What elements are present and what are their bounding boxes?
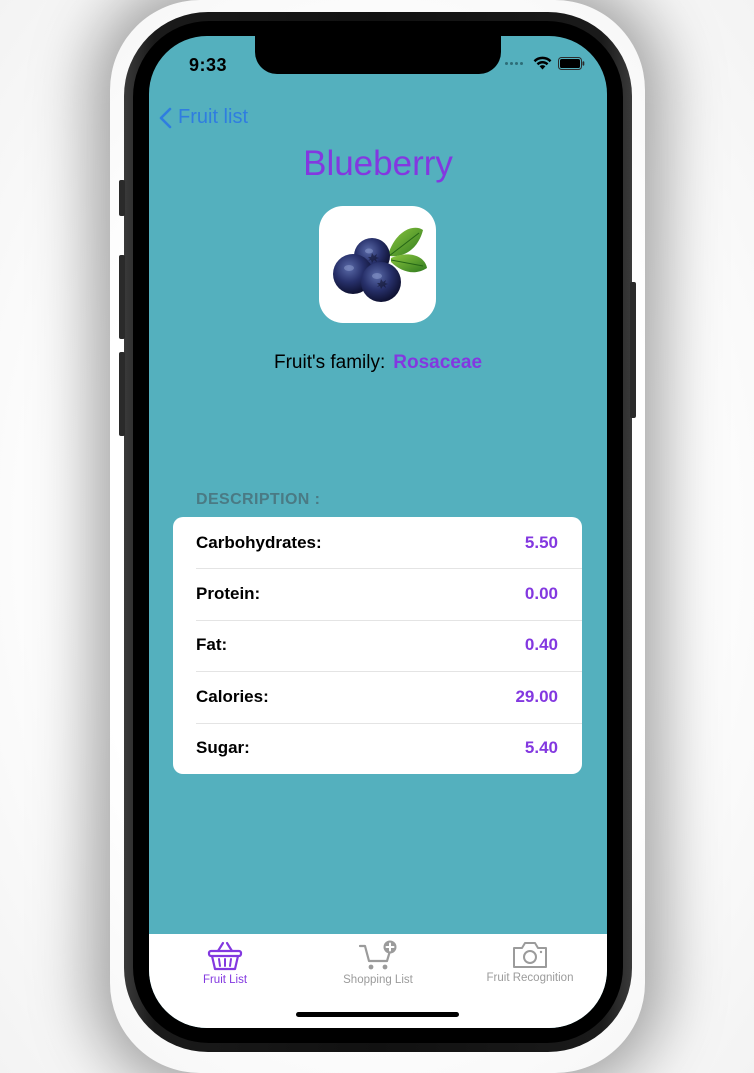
back-button-label: Fruit list	[178, 106, 248, 128]
wifi-icon	[533, 56, 552, 70]
cart-plus-icon	[358, 940, 397, 970]
app-screen: 9:33 Fruit list Blueberry Fruit's family…	[149, 36, 607, 1028]
table-row: Fat: 0.40	[173, 619, 582, 671]
notch	[255, 36, 501, 74]
table-row: Sugar: 5.40	[173, 722, 582, 774]
fruit-family: Fruit's family: Rosaceae	[149, 352, 607, 374]
volume-up-button	[119, 255, 125, 339]
tab-fruit-recognition[interactable]: Fruit Recognition	[454, 940, 606, 984]
tab-fruit-list[interactable]: Fruit List	[149, 940, 301, 986]
tab-shopping-list[interactable]: Shopping List	[302, 940, 454, 986]
cellular-signal-icon	[505, 61, 523, 65]
nutrient-label: Sugar:	[196, 738, 250, 758]
home-indicator	[296, 1012, 459, 1017]
tab-label: Fruit List	[202, 974, 248, 986]
family-label: Fruit's family:	[273, 352, 386, 373]
nutrient-value: 0.00	[524, 584, 558, 604]
nutrient-label: Carbohydrates:	[196, 532, 322, 552]
nutrient-value: 0.40	[524, 635, 558, 655]
tab-label: Fruit Recognition	[486, 972, 574, 984]
basket-icon	[207, 941, 243, 971]
chevron-left-icon	[159, 107, 172, 128]
mute-switch	[119, 180, 125, 216]
status-time: 9:33	[189, 55, 228, 75]
blueberry-illustration	[333, 227, 427, 302]
nutrition-card: Carbohydrates: 5.50 Protein: 0.00 Fat: 0…	[173, 517, 582, 774]
family-value: Rosaceae	[393, 352, 483, 373]
page: 9:33 Fruit list Blueberry Fruit's family…	[0, 0, 754, 1073]
nutrient-value: 5.40	[524, 738, 558, 758]
description-header: DESCRIPTION :	[196, 491, 321, 508]
blueberry-image	[319, 206, 436, 323]
nutrient-label: Fat:	[196, 635, 228, 655]
table-row: Calories: 29.00	[173, 671, 582, 722]
nutrient-value: 5.50	[524, 532, 558, 552]
nutrient-label: Calories:	[196, 686, 269, 706]
nutrient-value: 29.00	[515, 686, 558, 706]
battery-icon	[558, 56, 585, 70]
nutrient-label: Protein:	[196, 584, 261, 604]
table-row: Protein: 0.00	[173, 568, 582, 619]
power-button	[630, 282, 636, 418]
camera-icon	[513, 942, 547, 968]
back-button[interactable]: Fruit list	[159, 106, 248, 129]
tab-label: Shopping List	[343, 974, 413, 986]
fruit-name-title: Blueberry	[303, 144, 453, 183]
tab-bar: Fruit List Shopping List Fruit Recogniti…	[149, 934, 607, 1028]
volume-down-button	[119, 352, 125, 436]
table-row: Carbohydrates: 5.50	[173, 517, 582, 568]
status-icons	[505, 56, 585, 70]
